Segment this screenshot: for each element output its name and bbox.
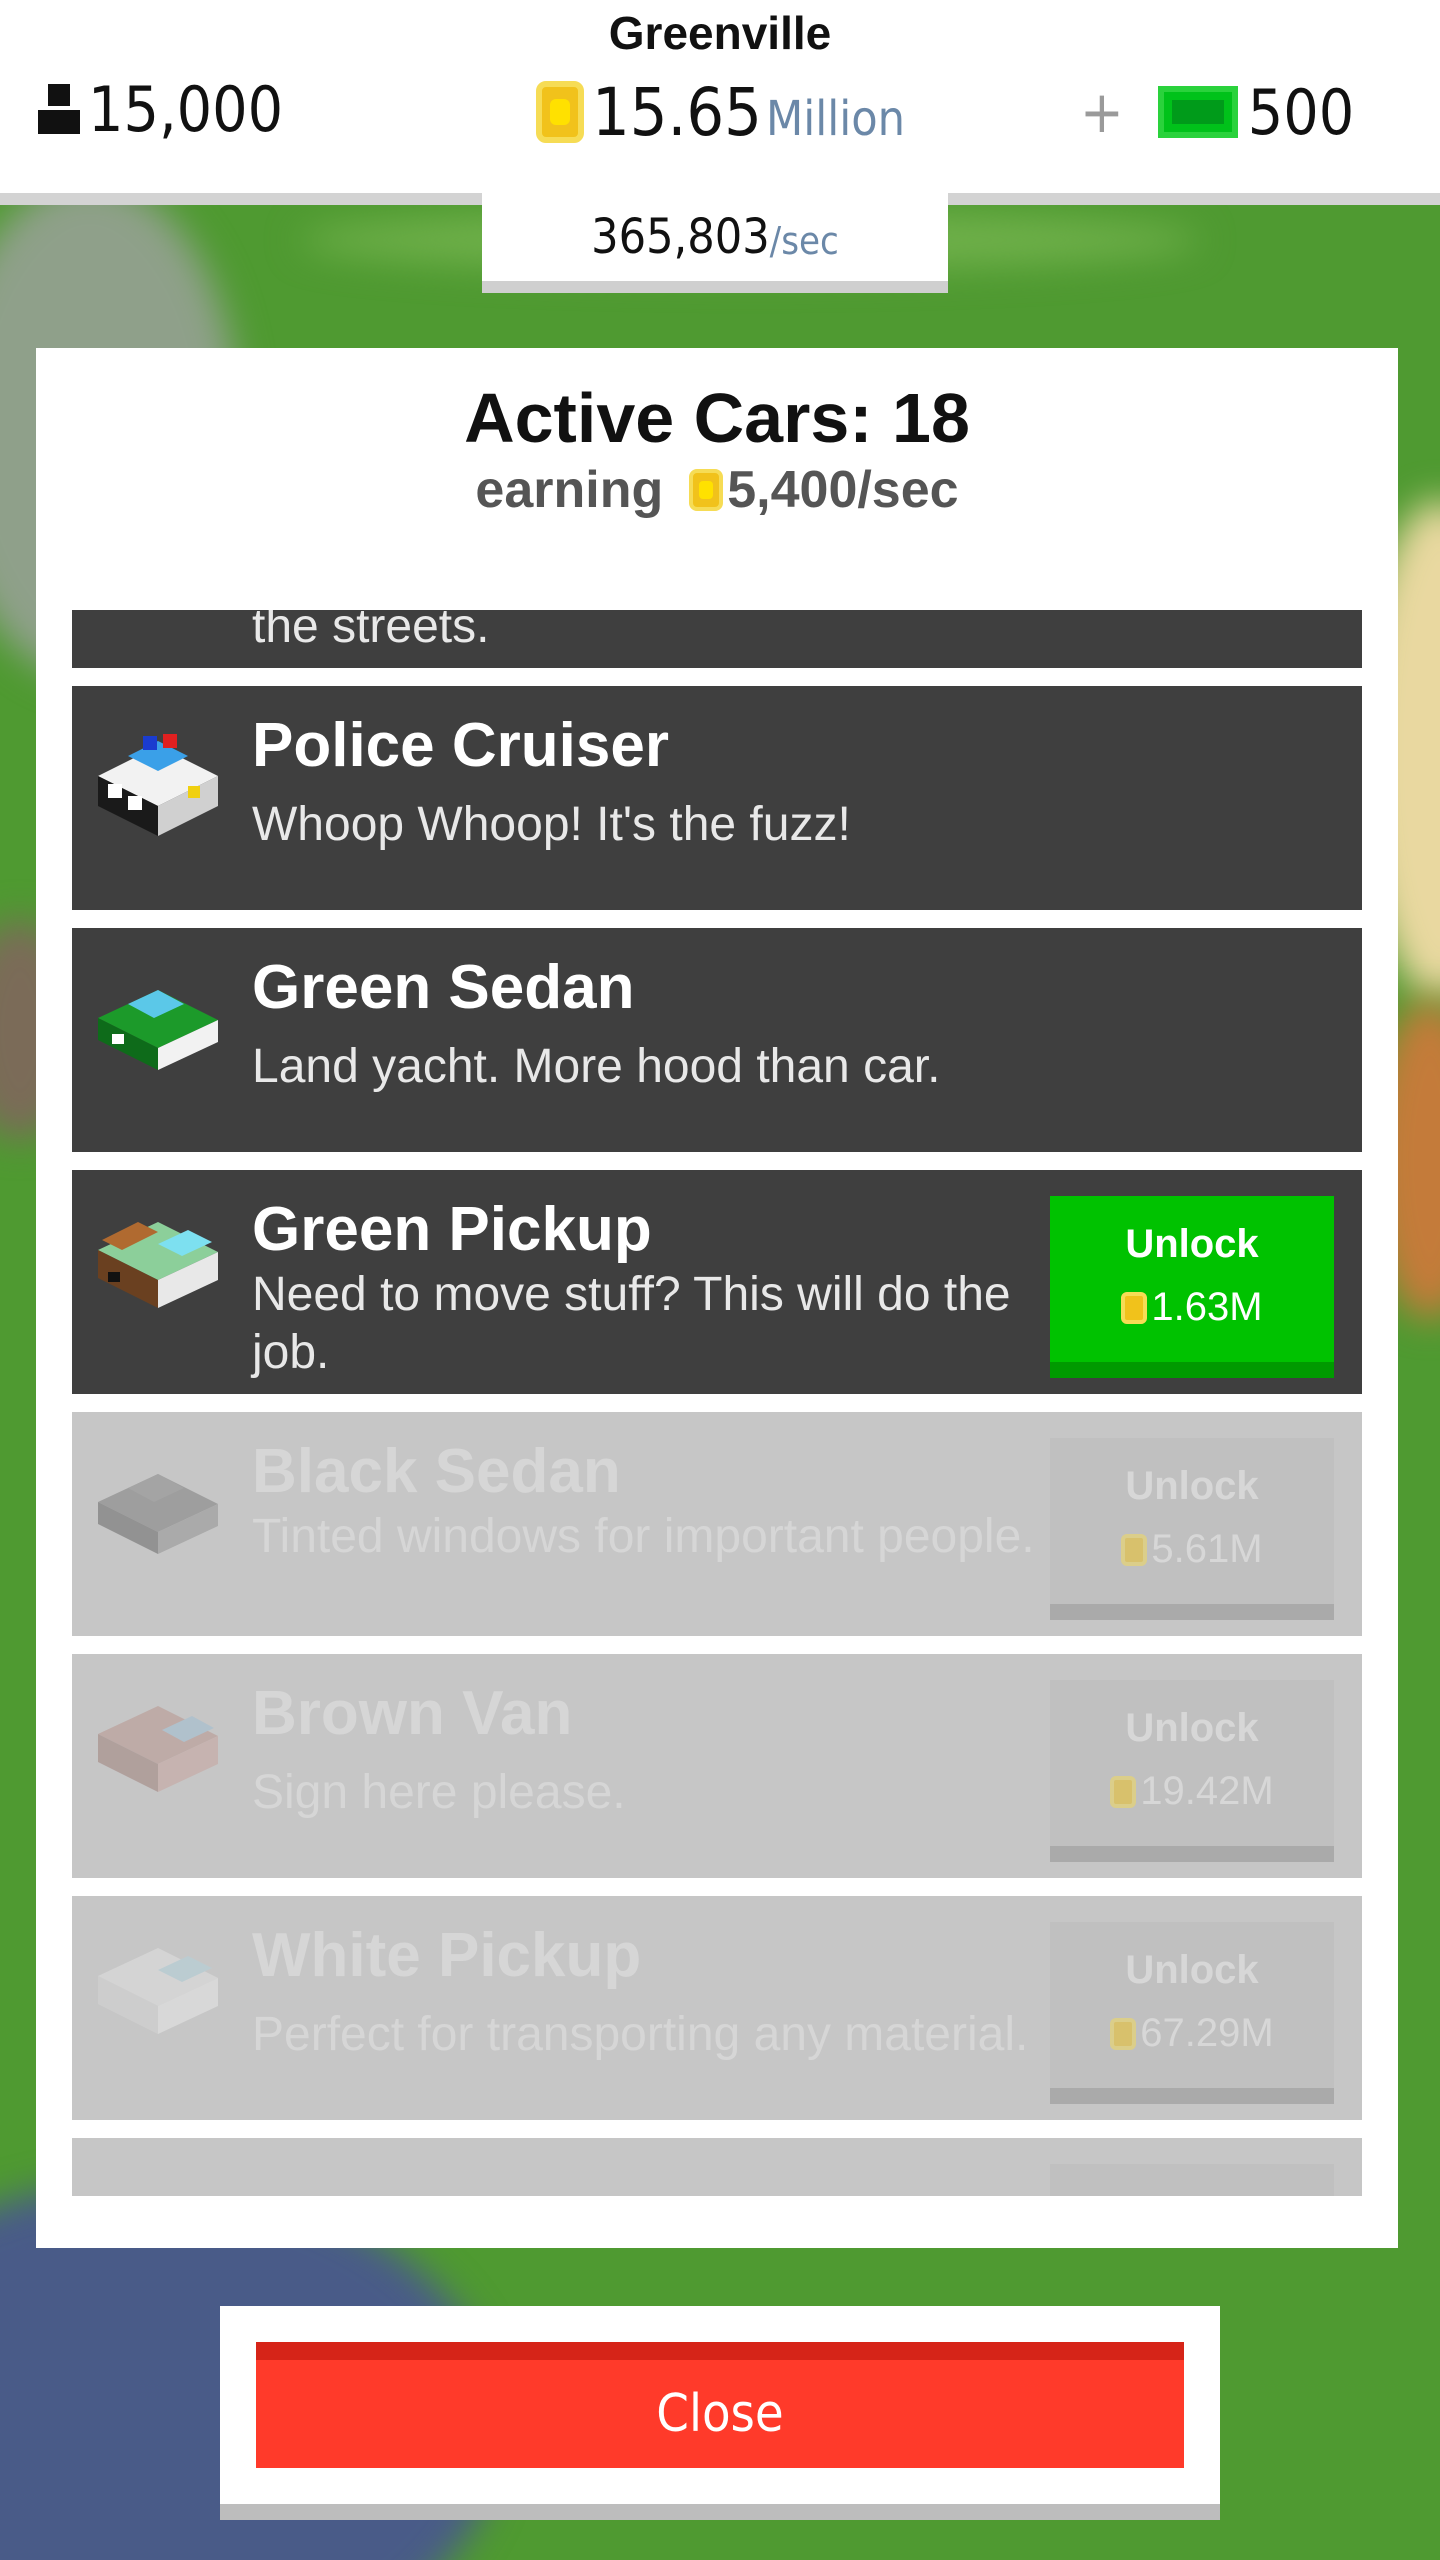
coin-icon — [1110, 2017, 1137, 2050]
car-row[interactable]: Black Sedan Tinted windows for important… — [72, 1412, 1362, 1636]
coin-icon — [1121, 1533, 1148, 1566]
unlock-button[interactable] — [1050, 2164, 1334, 2196]
car-description: the streets. — [252, 610, 490, 653]
top-status-bar: Greenville 15,000 15.65 Million + 500 — [0, 0, 1440, 205]
green-sedan-icon — [98, 990, 218, 1070]
price-value: 19.42M — [1140, 1769, 1274, 1813]
unlock-price: 67.29M — [1050, 2011, 1334, 2056]
car-description: Need to move stuff? This will do the job… — [252, 1268, 1011, 1379]
income-rate: 365,803 /sec — [482, 193, 948, 293]
car-row[interactable]: the streets. — [72, 610, 1362, 668]
population-display: 15,000 — [36, 72, 284, 146]
unlock-price: 5.61M — [1050, 1527, 1334, 1572]
car-name: Police Cruiser — [252, 711, 669, 780]
close-button-container: Close — [220, 2306, 1220, 2520]
earning-value: 5,400/sec — [727, 461, 959, 519]
brown-van-icon — [98, 1706, 218, 1792]
city-name: Greenville — [608, 7, 832, 59]
unlock-label: Unlock — [1125, 1222, 1259, 1266]
money-display: 15.65 Million — [536, 73, 905, 151]
active-cars-panel: Active Cars: 18 earning 5,400/sec the st… — [36, 348, 1398, 2248]
unlock-button[interactable]: Unlock 67.29M — [1050, 1922, 1334, 2104]
car-name: Black Sedan — [252, 1437, 621, 1506]
car-row[interactable]: Brown Van Sign here please. Unlock 19.42… — [72, 1654, 1362, 1878]
car-row[interactable]: Police Cruiser Whoop Whoop! It's the fuz… — [72, 686, 1362, 910]
income-rate-unit: /sec — [769, 219, 839, 263]
money-unit: Million — [765, 91, 905, 147]
population-value: 15,000 — [88, 72, 284, 146]
price-value: 67.29M — [1140, 2011, 1274, 2055]
cash-icon — [1157, 86, 1238, 138]
car-list[interactable]: the streets. Police Cruiser Whoop Whoop!… — [72, 610, 1362, 2196]
car-description: Sign here please. — [252, 1766, 626, 1819]
price-value: 1.63M — [1151, 1285, 1263, 1329]
gems-value: 500 — [1247, 75, 1355, 149]
panel-title: Active Cars: 18 — [464, 379, 970, 457]
car-description: Perfect for transporting any material. — [252, 2008, 1029, 2061]
unlock-price: 1.63M — [1050, 1285, 1334, 1330]
coin-icon — [1121, 1291, 1148, 1324]
unlock-button[interactable]: Unlock 1.63M — [1050, 1196, 1334, 1378]
unlock-label: Unlock — [1125, 1464, 1259, 1508]
car-description: Land yacht. More hood than car. — [252, 1040, 941, 1093]
coin-icon — [536, 81, 584, 143]
price-value: 5.61M — [1151, 1527, 1263, 1571]
car-name: Brown Van — [252, 1679, 573, 1748]
police-cruiser-icon — [98, 734, 218, 836]
car-row[interactable]: Green Sedan Land yacht. More hood than c… — [72, 928, 1362, 1152]
car-name: White Pickup — [252, 1921, 642, 1990]
gems-display[interactable]: + 500 — [1080, 74, 1354, 150]
earning-summary: earning 5,400/sec — [36, 460, 1398, 520]
unlock-price: 19.42M — [1050, 1769, 1334, 1814]
car-row[interactable]: Green Pickup Need to move stuff? This wi… — [72, 1170, 1362, 1394]
green-pickup-icon — [98, 1222, 218, 1308]
unlock-label: Unlock — [1125, 1706, 1259, 1750]
car-row[interactable]: White Pickup Perfect for transporting an… — [72, 1896, 1362, 2120]
coin-icon — [689, 469, 724, 511]
car-description: Tinted windows for important people. — [252, 1510, 1035, 1563]
car-row[interactable] — [72, 2138, 1362, 2196]
person-icon — [38, 84, 80, 134]
coin-icon — [1110, 1775, 1137, 1808]
close-button[interactable]: Close — [256, 2342, 1184, 2468]
white-pickup-icon — [98, 1948, 218, 2034]
add-gems-icon[interactable]: + — [1080, 78, 1124, 146]
earning-label: earning — [475, 461, 664, 519]
money-value: 15.65 — [592, 73, 762, 151]
unlock-label: Unlock — [1125, 1948, 1259, 1992]
car-name: Green Sedan — [252, 953, 635, 1022]
unlock-button[interactable]: Unlock 5.61M — [1050, 1438, 1334, 1620]
black-sedan-icon — [98, 1474, 218, 1554]
car-description: Whoop Whoop! It's the fuzz! — [252, 798, 851, 851]
income-rate-value: 365,803 — [591, 209, 770, 265]
car-name: Green Pickup — [252, 1195, 652, 1264]
unlock-button[interactable]: Unlock 19.42M — [1050, 1680, 1334, 1862]
